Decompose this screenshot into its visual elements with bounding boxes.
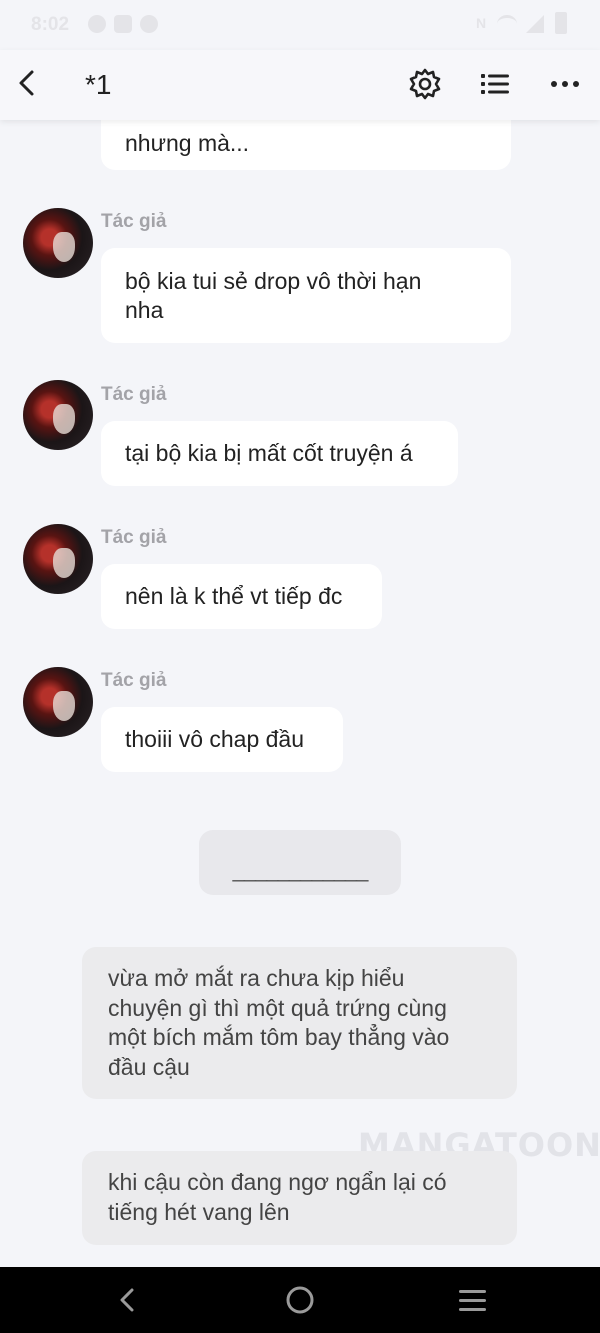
author-name: Tác giả — [101, 211, 167, 232]
settings-status-icon — [88, 15, 106, 33]
message-text-line: nha — [125, 297, 164, 323]
nav-recents-icon[interactable] — [455, 1282, 491, 1318]
message-bubble-partial: nhưng mà... — [101, 120, 511, 170]
narration-line: đầu cậu — [108, 1053, 190, 1080]
nav-back-icon[interactable] — [110, 1282, 146, 1318]
signal-icon — [526, 15, 544, 33]
top-toolbar: *1 — [0, 50, 600, 120]
message-bubble: bộ kia tui sẻ drop vô thời hạn nha — [101, 248, 511, 343]
narration-bubble: vừa mở mắt ra chưa kịp hiểu chuyện gì th… — [82, 947, 517, 1099]
message-text-line: bộ kia tui sẻ drop vô thời hạn — [125, 268, 422, 294]
author-name: Tác giả — [101, 527, 167, 548]
back-arrow-icon[interactable] — [12, 67, 44, 99]
gallery-status-icon — [114, 15, 132, 33]
narration-line: một bích mắm tôm bay thẳng vào — [108, 1024, 450, 1050]
chat-thread[interactable]: nhưng mà... Tác giả bộ kia tui sẻ drop v… — [0, 120, 600, 1267]
battery-icon — [555, 12, 567, 34]
narration-line: tiếng hét vang lên — [108, 1198, 290, 1225]
nfc-icon: N — [476, 15, 487, 31]
chapter-separator: ____________ — [199, 830, 401, 895]
system-nav-bar — [0, 1267, 600, 1333]
message-text: nên là k thể vt tiếp đc — [125, 583, 343, 609]
message-status-icon — [140, 15, 158, 33]
page-title: *1 — [85, 69, 112, 100]
message-bubble: nên là k thể vt tiếp đc — [101, 564, 382, 629]
narration-line: chuyện gì thì một quả trứng cùng — [108, 994, 447, 1021]
gear-icon[interactable] — [408, 67, 442, 101]
author-avatar[interactable] — [23, 208, 93, 278]
list-icon[interactable] — [478, 67, 512, 101]
narration-line: khi cậu còn đang ngơ ngẩn lại có — [108, 1169, 447, 1195]
status-bar: 8:02 N — [0, 0, 600, 50]
status-time: 8:02 — [31, 14, 70, 35]
author-name: Tác giả — [101, 384, 167, 405]
message-bubble: tại bộ kia bị mất cốt truyện á — [101, 421, 458, 486]
author-avatar[interactable] — [23, 667, 93, 737]
narration-line: vừa mở mắt ra chưa kịp hiểu — [108, 965, 405, 991]
wifi-icon — [497, 15, 517, 33]
more-dots-icon[interactable] — [548, 67, 582, 101]
author-avatar[interactable] — [23, 524, 93, 594]
author-name: Tác giả — [101, 670, 167, 691]
message-text: thoiii vô chap đầu — [125, 726, 305, 752]
nav-home-icon[interactable] — [282, 1282, 318, 1318]
author-avatar[interactable] — [23, 380, 93, 450]
message-text: nhưng mà... — [125, 130, 250, 156]
message-text: tại bộ kia bị mất cốt truyện á — [125, 440, 413, 466]
message-bubble: thoiii vô chap đầu — [101, 707, 343, 772]
narration-bubble: khi cậu còn đang ngơ ngẩn lại có tiếng h… — [82, 1151, 517, 1245]
